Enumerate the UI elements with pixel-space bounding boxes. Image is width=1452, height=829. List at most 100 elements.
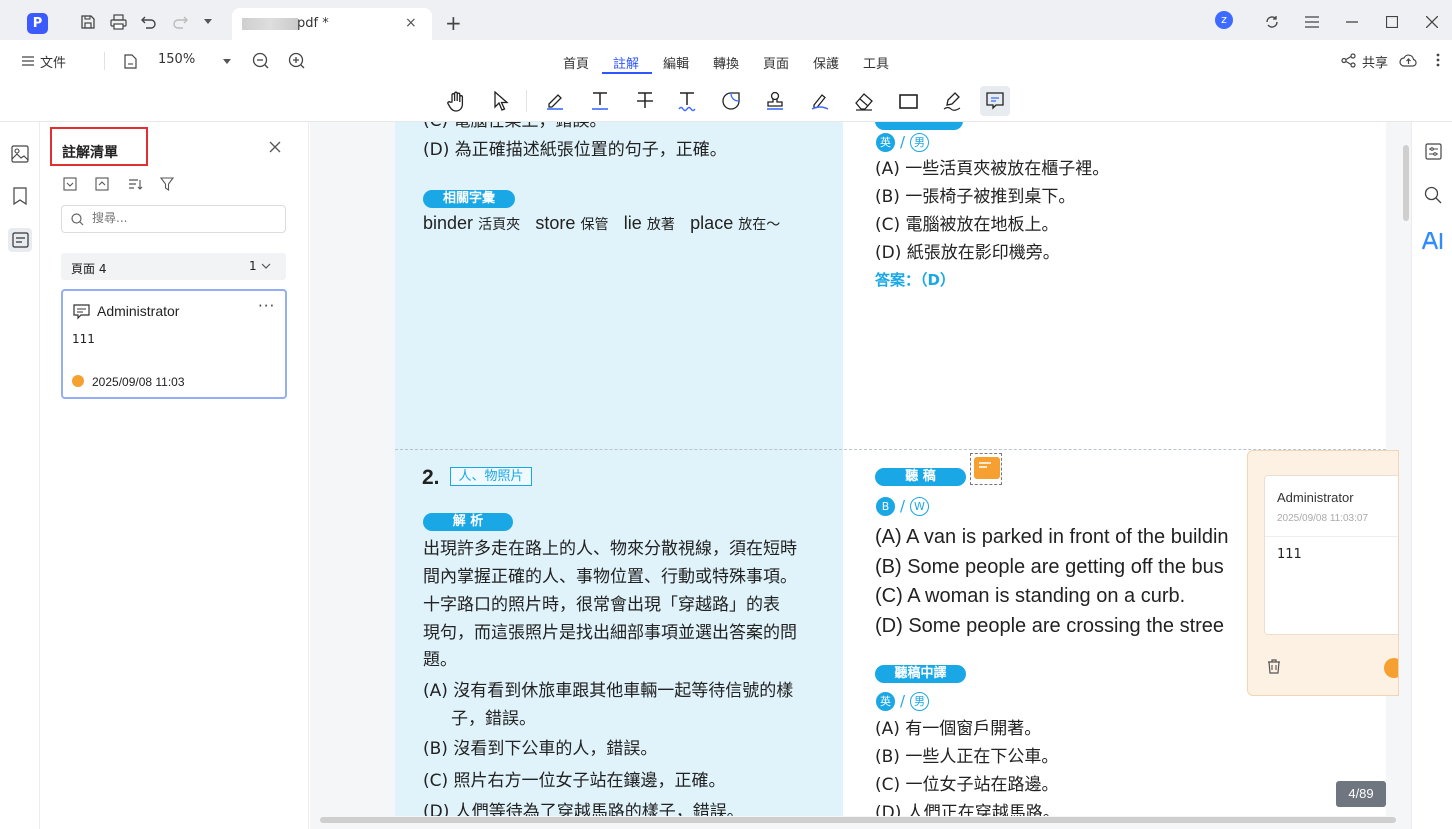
blurred-filename (242, 18, 298, 30)
popup-body[interactable]: 111 (1277, 547, 1302, 562)
delete-comment-icon[interactable] (1266, 658, 1282, 678)
share-icon[interactable] (1338, 50, 1358, 70)
tab-convert[interactable]: 轉換 (713, 53, 739, 72)
pen-tool-icon[interactable] (805, 86, 835, 116)
signature-tool-icon[interactable] (937, 86, 967, 116)
tab-protect[interactable]: 保護 (813, 53, 839, 72)
annotation-search[interactable] (61, 205, 286, 233)
zoom-value[interactable]: 150% (158, 52, 195, 67)
menu-bar: 文件 150% 首頁 註解 編輯 轉換 頁面 保護 工具 共享 (0, 40, 1452, 82)
more-vertical-icon[interactable] (1428, 50, 1448, 70)
annotation-card[interactable]: Administrator ··· 111 2025/09/08 11:03 (61, 289, 287, 399)
tab-tools[interactable]: 工具 (863, 53, 889, 72)
cloud-upload-icon[interactable] (1398, 50, 1418, 70)
print-icon[interactable] (108, 12, 128, 32)
expand-all-icon[interactable] (61, 175, 79, 193)
close-panel-icon[interactable] (269, 138, 281, 157)
vocab-en: binder (423, 213, 474, 233)
squiggly-tool-icon[interactable] (672, 86, 702, 116)
ai-assistant-icon[interactable] (1421, 229, 1445, 253)
minimize-icon[interactable] (1342, 12, 1362, 32)
comment-popup-card[interactable]: Administrator 2025/09/08 11:03:07 111 (1264, 475, 1398, 635)
vocab-title: 相關字彙 (423, 190, 515, 208)
vertical-scrollbar[interactable] (1403, 145, 1409, 221)
horizontal-scrollbar[interactable] (320, 817, 1396, 823)
thumbnails-icon[interactable] (8, 142, 32, 166)
analysis-line: 間內掌握正確的人、事物位置、行動或特殊事項。 (423, 567, 797, 587)
select-tool-icon[interactable] (486, 86, 516, 116)
speaker-badge-2: W (910, 497, 929, 516)
eraser-tool-icon[interactable] (849, 86, 879, 116)
translation-line: (B) 一些人正在下公車。 (875, 747, 1059, 767)
page-view-icon[interactable] (120, 51, 140, 71)
maximize-icon[interactable] (1382, 12, 1402, 32)
sort-icon[interactable] (126, 175, 144, 193)
speaker-badge-1: B (876, 497, 895, 516)
properties-icon[interactable] (1421, 139, 1445, 163)
share-button[interactable]: 共享 (1362, 52, 1388, 71)
zoom-dropdown-icon[interactable] (217, 52, 237, 72)
strikethrough-tool-icon[interactable] (630, 86, 660, 116)
collapse-all-icon[interactable] (93, 175, 111, 193)
speaker-badge-1: 英 (876, 133, 895, 152)
analysis-line: 十字路口的照片時，很常會出現「穿越路」的表 (423, 595, 780, 615)
note-marker-icon (974, 457, 1000, 479)
save-icon[interactable] (78, 12, 98, 32)
page-group-header[interactable]: 頁面 4 1 (61, 253, 286, 280)
vocab-zh: 放在～ (738, 217, 781, 233)
search-document-icon[interactable] (1421, 183, 1445, 207)
toolbar-divider (526, 90, 527, 112)
filter-icon[interactable] (158, 175, 176, 193)
analysis-line: 題。 (423, 650, 457, 670)
rectangle-tool-icon[interactable] (893, 86, 923, 116)
comment-color-picker[interactable] (1384, 658, 1398, 678)
comments-panel-icon[interactable] (8, 228, 32, 252)
section-divider (395, 449, 1386, 450)
sticker-tool-icon[interactable] (716, 86, 746, 116)
user-avatar[interactable]: z (1215, 11, 1233, 29)
page-indicator[interactable]: 4/89 (1336, 781, 1386, 807)
file-menu[interactable]: 文件 (40, 52, 66, 71)
underline-tool-icon[interactable] (585, 86, 615, 116)
comment-popup[interactable]: Administrator 2025/09/08 11:03:07 111 (1247, 450, 1399, 696)
panel-title: 註解清單 (50, 127, 148, 166)
document-tab[interactable]: pdf * × (232, 8, 432, 40)
hand-tool-icon[interactable] (441, 86, 471, 116)
close-window-icon[interactable] (1422, 12, 1442, 32)
card-more-icon[interactable]: ··· (258, 297, 275, 315)
search-input[interactable] (92, 211, 277, 225)
tab-edit[interactable]: 編輯 (663, 53, 689, 72)
vocab-zh: 放著 (646, 217, 675, 233)
bookmark-icon[interactable] (8, 184, 32, 208)
answer-text: 答案：（D） (875, 271, 955, 289)
menu-divider (104, 52, 105, 70)
tab-annotate[interactable]: 註解 (613, 53, 639, 72)
close-tab-icon[interactable]: × (405, 15, 417, 31)
badge-slash: / (900, 133, 906, 151)
comment-tool-icon[interactable] (980, 86, 1010, 116)
app-logo-icon[interactable]: P (27, 13, 48, 34)
chevron-down-icon[interactable] (261, 263, 271, 270)
sync-icon[interactable] (1262, 12, 1282, 32)
note-marker[interactable] (970, 453, 1002, 485)
tab-page[interactable]: 頁面 (763, 53, 789, 72)
cut-title-pill (875, 122, 963, 130)
zoom-in-icon[interactable] (286, 50, 306, 70)
quick-access-dropdown-icon[interactable] (198, 12, 218, 32)
script-line: (B) Some people are getting off the bus (875, 556, 1224, 578)
hamburger-icon[interactable] (18, 51, 38, 71)
page-group-count: 1 (249, 259, 257, 273)
tab-home[interactable]: 首頁 (563, 53, 589, 72)
menu-icon[interactable] (1302, 12, 1322, 32)
undo-icon[interactable] (139, 12, 159, 32)
new-tab-icon[interactable]: + (445, 11, 462, 35)
translation-line: (D) 人們正在穿越馬路。 (875, 803, 1060, 816)
highlight-tool-icon[interactable] (540, 86, 570, 116)
stamp-tool-icon[interactable] (760, 86, 790, 116)
analysis-title: 解 析 (423, 513, 513, 531)
option-c-cut: (C) 電腦在桌上，錯誤。 (423, 122, 607, 132)
zoom-out-icon[interactable] (250, 50, 270, 70)
card-author: Administrator (97, 303, 180, 319)
redo-icon[interactable] (170, 12, 190, 32)
translation-option: (B) 一張椅子被推到桌下。 (875, 187, 1076, 207)
